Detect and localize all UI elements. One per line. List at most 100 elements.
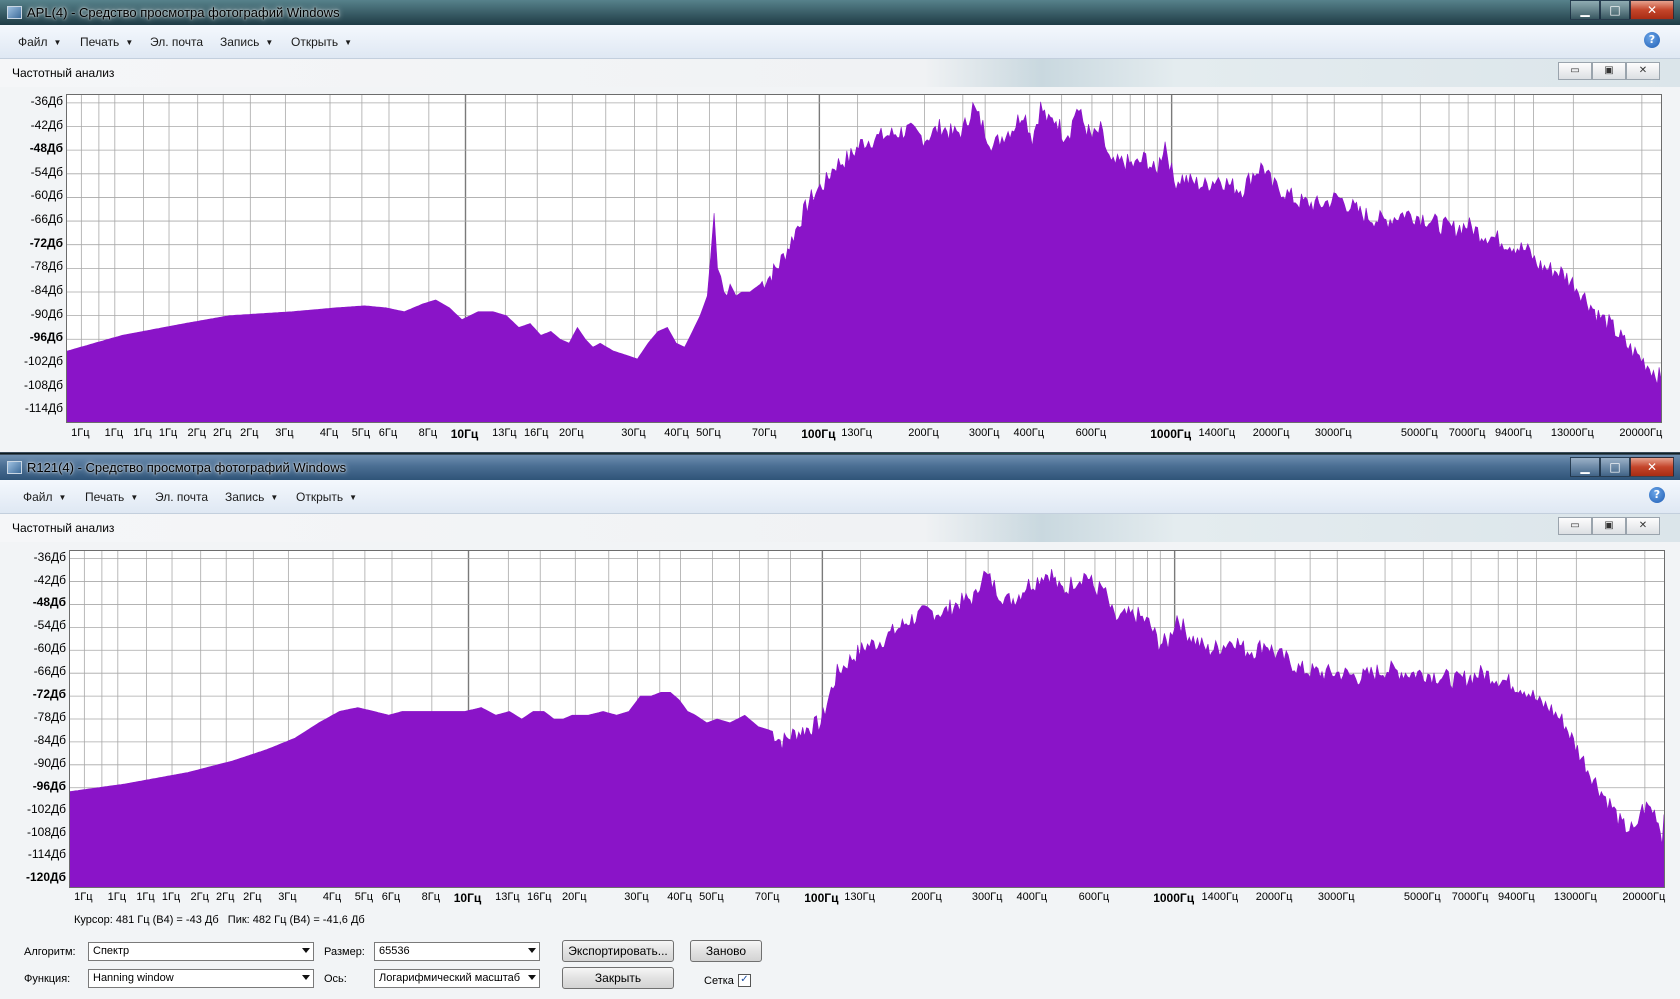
help-icon[interactable]: ? <box>1649 487 1665 503</box>
spectrum-chart[interactable] <box>66 94 1662 423</box>
title-bar[interactable]: APL(4) - Средство просмотра фотографий W… <box>0 0 1680 25</box>
spectrum-chart[interactable] <box>69 550 1665 888</box>
spectrum-svg <box>70 551 1664 887</box>
panel-close-icon[interactable]: ✕ <box>1626 62 1660 80</box>
function-select[interactable]: Hanning window <box>88 969 314 988</box>
close-button[interactable]: Закрыть <box>562 967 674 989</box>
close-window-button[interactable]: ✕ <box>1630 457 1674 477</box>
size-label: Размер: <box>324 946 365 958</box>
chevron-down-icon: ▼ <box>130 493 139 502</box>
x-tick-label: 1Гц <box>74 891 93 903</box>
menu-open[interactable]: Открыть ▼ <box>291 35 352 49</box>
x-tick-label: 100Гц <box>801 427 836 441</box>
x-tick-label: 6Гц <box>381 891 401 903</box>
panel-buttons: ▭ ▣ ✕ <box>1558 517 1660 535</box>
x-tick-label: 1Гц <box>104 427 123 439</box>
x-tick-label: 13000Гц <box>1553 891 1597 903</box>
x-tick-label: 10Гц <box>450 427 479 441</box>
x-tick-label: 3Гц <box>275 427 294 439</box>
y-tick-label: -54Дб <box>33 618 66 633</box>
size-value: 65536 <box>379 945 410 957</box>
x-tick-label: 20Гц <box>559 427 584 439</box>
y-tick-label: -102Дб <box>23 353 63 368</box>
spectrum-area <box>70 568 1664 887</box>
minimize-button[interactable]: ▁ <box>1570 457 1600 477</box>
y-tick-label: -78Дб <box>30 259 63 274</box>
menu-file[interactable]: Файл ▼ <box>18 35 61 49</box>
panel-close-icon[interactable]: ✕ <box>1626 517 1660 535</box>
x-tick-label: 2Гц <box>187 427 206 439</box>
caption-buttons: ▁ □ ✕ <box>1570 457 1674 479</box>
x-tick-label: 20Гц <box>562 891 587 903</box>
chevron-down-icon: ▼ <box>344 38 353 47</box>
x-tick-label: 130Гц <box>844 891 875 903</box>
x-tick-label: 1400Гц <box>1198 427 1236 439</box>
panel-buttons: ▭ ▣ ✕ <box>1558 62 1660 80</box>
x-tick-label: 200Гц <box>911 891 942 903</box>
y-tick-label: -108Дб <box>26 824 66 839</box>
x-tick-label: 30Гц <box>624 891 649 903</box>
x-tick-label: 2Гц <box>216 891 235 903</box>
panel-minimize-icon[interactable]: ▭ <box>1558 62 1592 80</box>
y-tick-label: -108Дб <box>23 377 63 392</box>
axis-value: Логарифмический масштаб <box>379 972 521 984</box>
menu-open[interactable]: Открыть ▼ <box>296 490 357 504</box>
menu-print[interactable]: Печать ▼ <box>80 35 133 49</box>
y-axis-labels: -36Дб -42Дб -48Дб -54Дб -60Дб -66Дб -72Дб -78Дб… <box>0 59 63 452</box>
minimize-button[interactable]: ▁ <box>1570 0 1600 20</box>
menu-email[interactable]: Эл. почта <box>155 490 208 504</box>
chevron-down-icon <box>302 975 310 980</box>
maximize-button[interactable]: □ <box>1600 457 1630 477</box>
chevron-down-icon <box>302 948 310 953</box>
x-tick-label: 20000Гц <box>1619 427 1663 439</box>
menu-print[interactable]: Печать ▼ <box>85 490 138 504</box>
axis-select[interactable]: Логарифмический масштаб <box>374 969 540 988</box>
panel-minimize-icon[interactable]: ▭ <box>1558 517 1592 535</box>
chevron-down-icon <box>528 975 536 980</box>
menu-file-label: Файл <box>23 490 53 504</box>
menu-file[interactable]: Файл ▼ <box>23 490 66 504</box>
x-tick-label: 9400Гц <box>1497 891 1535 903</box>
x-tick-label: 3000Гц <box>1317 891 1355 903</box>
x-tick-label: 2Гц <box>243 891 262 903</box>
menu-email-label: Эл. почта <box>155 490 209 504</box>
panel-maximize-icon[interactable]: ▣ <box>1592 517 1626 535</box>
axis-label: Ось: <box>324 973 347 985</box>
export-button[interactable]: Экспортировать... <box>562 940 674 962</box>
panel-maximize-icon[interactable]: ▣ <box>1592 62 1626 80</box>
panel-header: Частотный анализ ▭ ▣ ✕ <box>0 514 1680 542</box>
menu-burn[interactable]: Запись ▼ <box>220 35 273 49</box>
algorithm-select[interactable]: Спектр <box>88 942 314 961</box>
x-tick-label: 30Гц <box>621 427 646 439</box>
x-tick-label: 1Гц <box>161 891 181 903</box>
x-tick-label: 3Гц <box>278 891 297 903</box>
redo-button[interactable]: Заново <box>690 940 762 962</box>
y-tick-label: -48Дб <box>29 141 63 156</box>
size-select[interactable]: 65536 <box>374 942 540 961</box>
photo-viewer-icon <box>7 461 22 474</box>
x-tick-label: 4Гц <box>322 891 342 903</box>
x-tick-label: 1000Гц <box>1153 891 1195 905</box>
x-tick-label: 50Гц <box>696 427 721 439</box>
maximize-button[interactable]: □ <box>1600 0 1630 20</box>
menu-bar: Файл ▼ Печать ▼ Эл. почта Запись ▼ Открыть ▼… <box>0 25 1680 59</box>
cursor-value: Курсор: 481 Гц (B4) = -43 Дб <box>74 914 219 926</box>
x-tick-label: 100Гц <box>804 891 839 905</box>
close-window-button[interactable]: ✕ <box>1630 0 1674 20</box>
chevron-down-icon: ▼ <box>125 38 134 47</box>
x-tick-label: 1Гц <box>133 427 152 439</box>
grid-checkbox[interactable]: ✓ <box>738 974 751 987</box>
menu-email[interactable]: Эл. почта <box>150 35 203 49</box>
x-tick-label: 8Гц <box>418 427 438 439</box>
x-tick-label: 20000Гц <box>1622 891 1666 903</box>
y-tick-label: -120Дб <box>26 870 66 885</box>
title-bar[interactable]: R121(4) - Средство просмотра фотографий … <box>0 455 1680 480</box>
menu-burn[interactable]: Запись ▼ <box>225 490 278 504</box>
x-tick-label: 130Гц <box>841 427 872 439</box>
x-tick-label: 400Гц <box>1016 891 1048 903</box>
help-icon[interactable]: ? <box>1644 32 1660 48</box>
y-tick-label: -60Дб <box>30 188 63 203</box>
frequency-analysis-panel: Частотный анализ ▭ ▣ ✕ -36Дб -42Дб -48Дб -5… <box>0 59 1680 452</box>
window-title: R121(4) - Средство просмотра фотографий … <box>27 460 347 475</box>
x-tick-label: 1000Гц <box>1150 427 1192 441</box>
